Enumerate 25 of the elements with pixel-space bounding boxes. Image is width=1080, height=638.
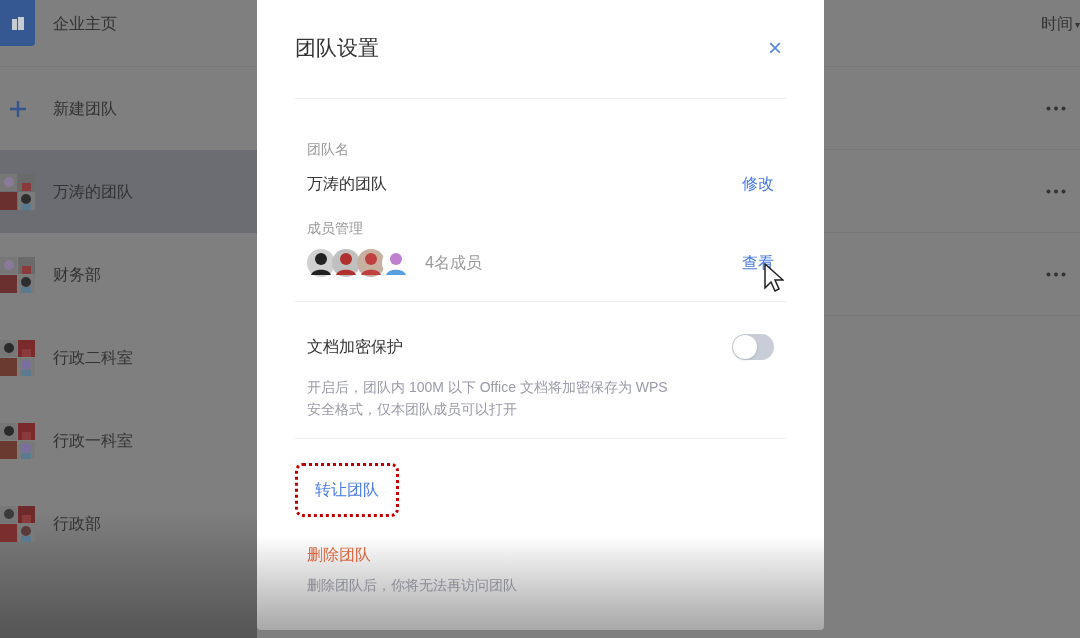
setting-description: 开启后，团队内 100M 以下 Office 文档将加密保存为 WPS 安全格式，仅本团队成员可以打开 — [307, 378, 669, 419]
setting-label: 文档加密保护 — [307, 337, 403, 357]
sidebar-item[interactable]: 行政一科室 — [0, 399, 257, 482]
edit-link[interactable]: 修改 — [742, 172, 774, 196]
delete-description: 删除团队后，你将无法再访问团队 — [307, 576, 518, 595]
more-icon[interactable] — [1046, 271, 1066, 277]
toggle-switch[interactable] — [732, 334, 774, 360]
field-label: 成员管理 — [307, 219, 364, 238]
sidebar-item[interactable]: 财务部 — [0, 233, 257, 316]
field-label: 团队名 — [307, 140, 350, 159]
delete-team-link[interactable]: 删除团队 — [307, 543, 371, 567]
team-name: 万涛的团队 — [307, 174, 387, 194]
dialog-title: 团队设置 — [295, 35, 379, 62]
sidebar-item[interactable]: 新建团队 — [0, 67, 257, 150]
more-icon[interactable] — [1046, 105, 1066, 111]
close-button[interactable]: × — [768, 36, 786, 60]
building-icon — [0, 0, 35, 46]
sidebar-item[interactable]: 行政二科室 — [0, 316, 257, 399]
sidebar-item[interactable]: 行政部 — [0, 482, 257, 565]
sort-dropdown[interactable]: 时间▾ — [1041, 12, 1080, 36]
sidebar-item[interactable]: 企业主页 — [0, 0, 257, 67]
sidebar-item[interactable]: 万涛的团队 — [0, 150, 257, 233]
more-icon[interactable] — [1046, 188, 1066, 194]
member-count: 4名成员 — [425, 253, 482, 273]
transfer-team-link[interactable]: 转让团队 — [295, 463, 399, 517]
